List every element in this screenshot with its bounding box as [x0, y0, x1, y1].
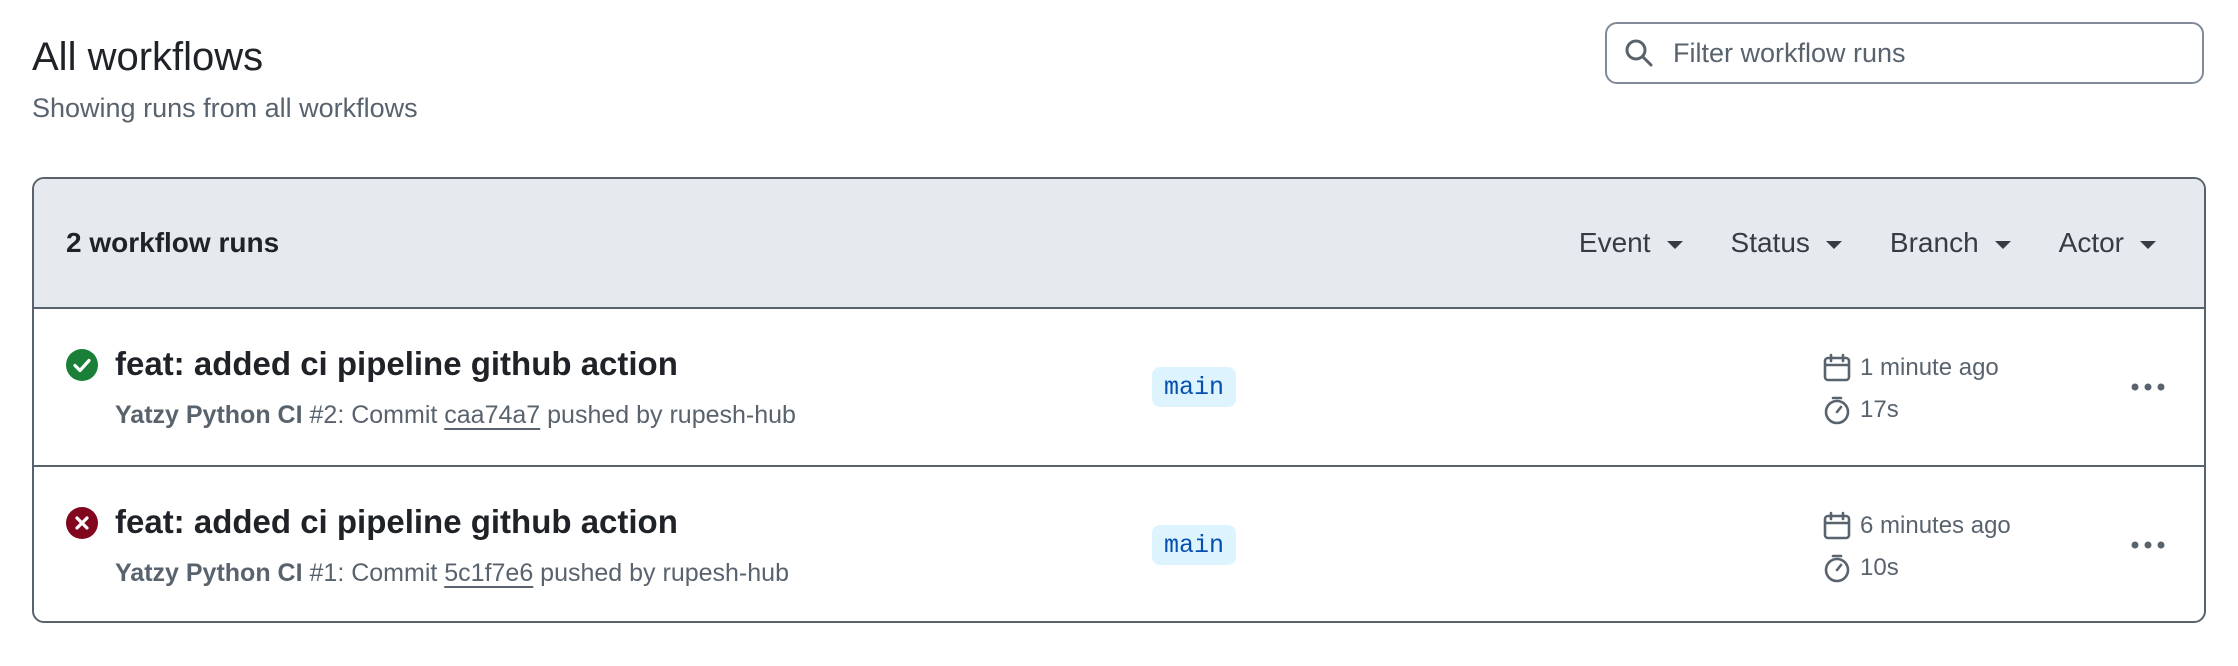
workflow-name: Yatzy Python CI: [115, 559, 303, 587]
kebab-menu-button[interactable]: [2126, 525, 2170, 565]
commit-sha-link[interactable]: 5c1f7e6: [444, 559, 533, 587]
run-title-link[interactable]: feat: added ci pipeline github action: [115, 345, 678, 383]
actor-filter-label: Actor: [2058, 227, 2124, 258]
workflow-runs-page: All workflows Showing runs from all work…: [0, 0, 2238, 666]
workflow-runs-list: 2 workflow runs Event Status Branch Acto…: [32, 177, 2206, 623]
commit-prefix: : Commit: [337, 559, 445, 587]
run-duration: 10s: [1822, 553, 1899, 583]
chevron-down-icon: [1666, 240, 1683, 249]
run-meta: Yatzy Python CI #2: Commit caa74a7 pushe…: [115, 401, 796, 430]
x-circle-icon: [66, 507, 98, 539]
calendar-icon: [1822, 511, 1852, 541]
pushed-by-text: pushed by rupesh-hub: [533, 559, 789, 587]
page-subtitle: Showing runs from all workflows: [32, 93, 418, 123]
duration-text: 10s: [1860, 554, 1899, 581]
chevron-down-icon: [2140, 240, 2156, 249]
workflow-run-row[interactable]: feat: added ci pipeline github action Ya…: [34, 309, 2204, 465]
runs-count: 2 workflow runs: [66, 227, 280, 258]
workflow-name: Yatzy Python CI: [115, 401, 303, 429]
stopwatch-icon: [1822, 553, 1852, 583]
run-meta: Yatzy Python CI #1: Commit 5c1f7e6 pushe…: [115, 559, 789, 588]
stopwatch-icon: [1822, 395, 1852, 425]
time-ago-text: 6 minutes ago: [1860, 512, 2011, 539]
check-circle-icon: [66, 349, 98, 381]
calendar-icon: [1822, 353, 1852, 383]
actor-filter-dropdown[interactable]: Actor: [2059, 227, 2156, 259]
commit-prefix: : Commit: [337, 401, 445, 429]
time-ago-text: 1 minute ago: [1860, 354, 1999, 381]
status-filter-label: Status: [1730, 227, 1810, 258]
branch-badge[interactable]: main: [1152, 525, 1237, 565]
filter-bar: Event Status Branch Actor: [1531, 227, 2156, 259]
commit-sha-link[interactable]: caa74a7: [444, 401, 540, 429]
duration-text: 17s: [1860, 396, 1899, 423]
branch-filter-dropdown[interactable]: Branch: [1890, 227, 2011, 259]
branch-badge[interactable]: main: [1152, 367, 1237, 407]
run-duration: 17s: [1822, 395, 1899, 425]
run-timestamp: 6 minutes ago: [1822, 511, 2011, 541]
search-icon: [1623, 35, 1659, 71]
chevron-down-icon: [1994, 240, 2011, 249]
filter-workflow-runs-input[interactable]: [1673, 37, 2202, 69]
event-filter-dropdown[interactable]: Event: [1579, 227, 1683, 259]
branch-filter-label: Branch: [1889, 227, 1979, 258]
workflow-run-row[interactable]: feat: added ci pipeline github action Ya…: [34, 465, 2204, 621]
pushed-by-text: pushed by rupesh-hub: [540, 401, 796, 429]
run-title-link[interactable]: feat: added ci pipeline github action: [115, 503, 678, 541]
run-number: #2: [309, 401, 338, 429]
event-filter-label: Event: [1578, 227, 1651, 258]
status-filter-dropdown[interactable]: Status: [1731, 227, 1842, 259]
chevron-down-icon: [1825, 240, 1842, 249]
kebab-menu-button[interactable]: [2126, 367, 2170, 407]
filter-search-box[interactable]: [1605, 22, 2204, 84]
runs-list-header: 2 workflow runs Event Status Branch Acto…: [34, 179, 2204, 309]
page-title: All workflows: [32, 35, 264, 79]
run-timestamp: 1 minute ago: [1822, 353, 1999, 383]
run-number: #1: [309, 559, 338, 587]
